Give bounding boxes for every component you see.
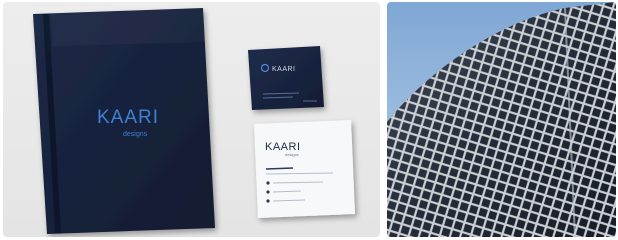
branding-mockup-photo[interactable]: KAARI designs KAARI KAARI designs [3, 2, 380, 237]
folder-logo-subtext: designs [123, 131, 148, 138]
mockup-scene: KAARI designs KAARI KAARI designs [33, 8, 355, 234]
business-card-dark [248, 46, 324, 110]
light-card-logo-subtext: designs [285, 152, 299, 157]
dark-card-logo-text: KAARI [272, 66, 296, 73]
image-gallery: KAARI designs KAARI KAARI designs [0, 0, 618, 240]
architecture-photo[interactable] [387, 2, 616, 237]
building-scene [387, 2, 616, 237]
folder-logo-text: KAARI [97, 107, 159, 128]
